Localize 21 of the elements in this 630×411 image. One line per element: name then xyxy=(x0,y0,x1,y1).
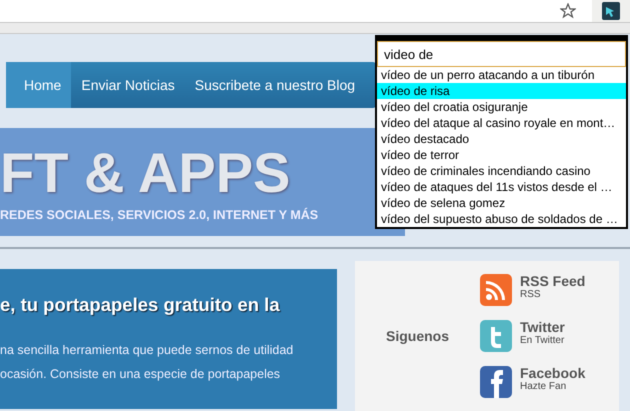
feed-title[interactable]: Facebook xyxy=(520,366,586,381)
follow-label: Siguenos xyxy=(384,328,450,344)
article-title: e, tu portapapeles gratuito en la xyxy=(0,294,281,316)
extension-icon[interactable] xyxy=(602,2,620,20)
feed-subtitle: RSS xyxy=(520,289,542,300)
feed-title[interactable]: Twitter xyxy=(520,320,565,335)
facebook-icon[interactable] xyxy=(480,366,512,398)
search-field[interactable]: video de xyxy=(377,41,626,67)
nav-link[interactable]: Suscribete a nuestro Blog xyxy=(184,62,366,108)
feed-subtitle: Hazte Fan xyxy=(520,381,568,392)
feed-subtitle: En Twitter xyxy=(520,335,565,346)
banner-tagline: REDES SOCIALES, SERVICIOS 2.0, INTERNET Y MÁS xyxy=(0,208,318,222)
suggestion-item[interactable]: vídeo de risa xyxy=(377,83,626,99)
article-text-line: na sencilla herramienta que puede sernos de utilidad xyxy=(0,342,294,359)
rss-icon[interactable] xyxy=(480,274,512,306)
banner-title: FT & APPS xyxy=(0,142,290,204)
nav-link[interactable]: Enviar Noticias xyxy=(71,62,185,108)
bookmark-star-icon[interactable] xyxy=(560,3,576,19)
feed-title[interactable]: RSS Feed xyxy=(520,274,586,289)
article-text-line: ocasión. Consiste en una especie de portapapeles xyxy=(0,366,282,383)
nav-link[interactable]: Home xyxy=(6,62,72,108)
